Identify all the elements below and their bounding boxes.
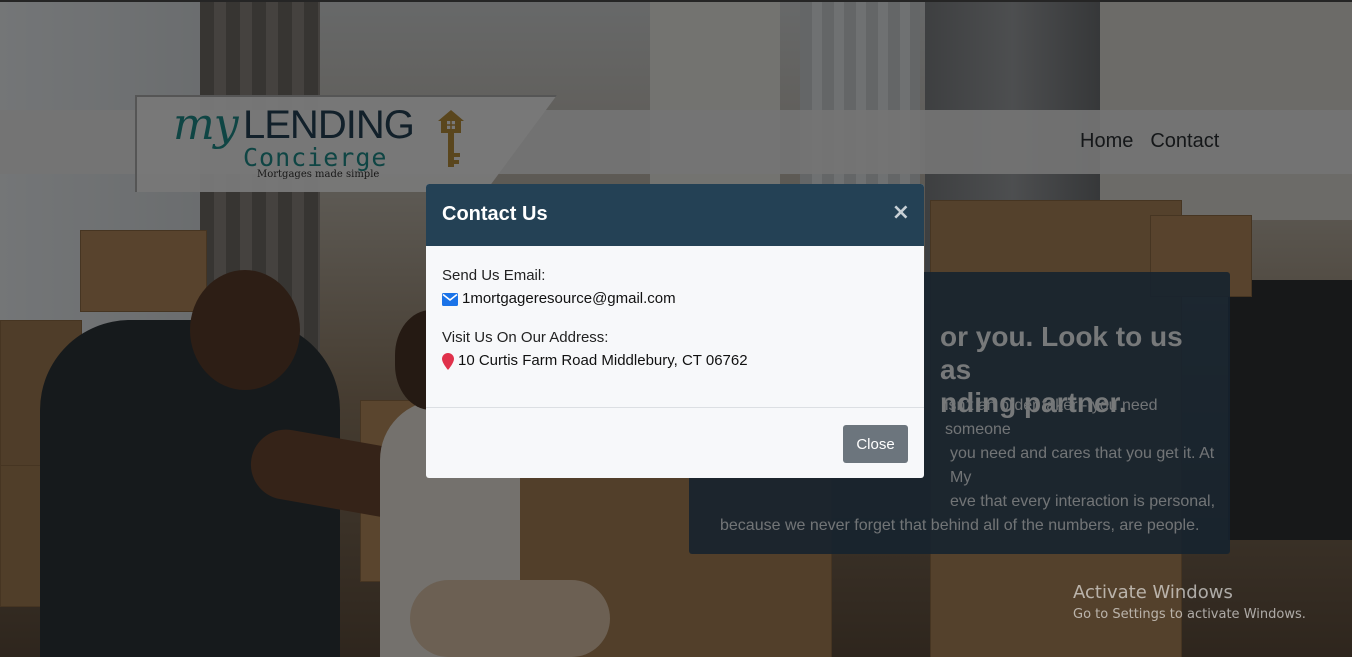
email-row: 1mortgageresource@gmail.com bbox=[442, 287, 908, 311]
watermark-title: Activate Windows bbox=[1073, 582, 1233, 603]
envelope-icon bbox=[442, 292, 458, 306]
close-button[interactable]: Close bbox=[843, 425, 908, 463]
address-row: 10 Curtis Farm Road Middlebury, CT 06762 bbox=[442, 349, 908, 373]
address-text: 10 Curtis Farm Road Middlebury, CT 06762 bbox=[458, 352, 748, 369]
modal-title: Contact Us bbox=[442, 203, 548, 225]
email-label: Send Us Email: bbox=[442, 267, 546, 284]
modal-footer: Close bbox=[426, 408, 924, 478]
modal-body: Send Us Email: 1mortgageresource@gmail.c… bbox=[426, 246, 924, 408]
contact-modal: Contact Us × Send Us Email: 1mortgageres… bbox=[426, 184, 924, 478]
map-marker-icon bbox=[442, 352, 454, 370]
modal-header: Contact Us × bbox=[426, 184, 924, 246]
watermark-subtitle: Go to Settings to activate Windows. bbox=[1073, 607, 1306, 622]
email-link[interactable]: 1mortgageresource@gmail.com bbox=[462, 287, 676, 311]
address-label: Visit Us On Our Address: bbox=[442, 329, 609, 346]
windows-activation-watermark: Activate Windows Go to Settings to activ… bbox=[1073, 582, 1306, 626]
close-icon[interactable]: × bbox=[892, 200, 910, 226]
